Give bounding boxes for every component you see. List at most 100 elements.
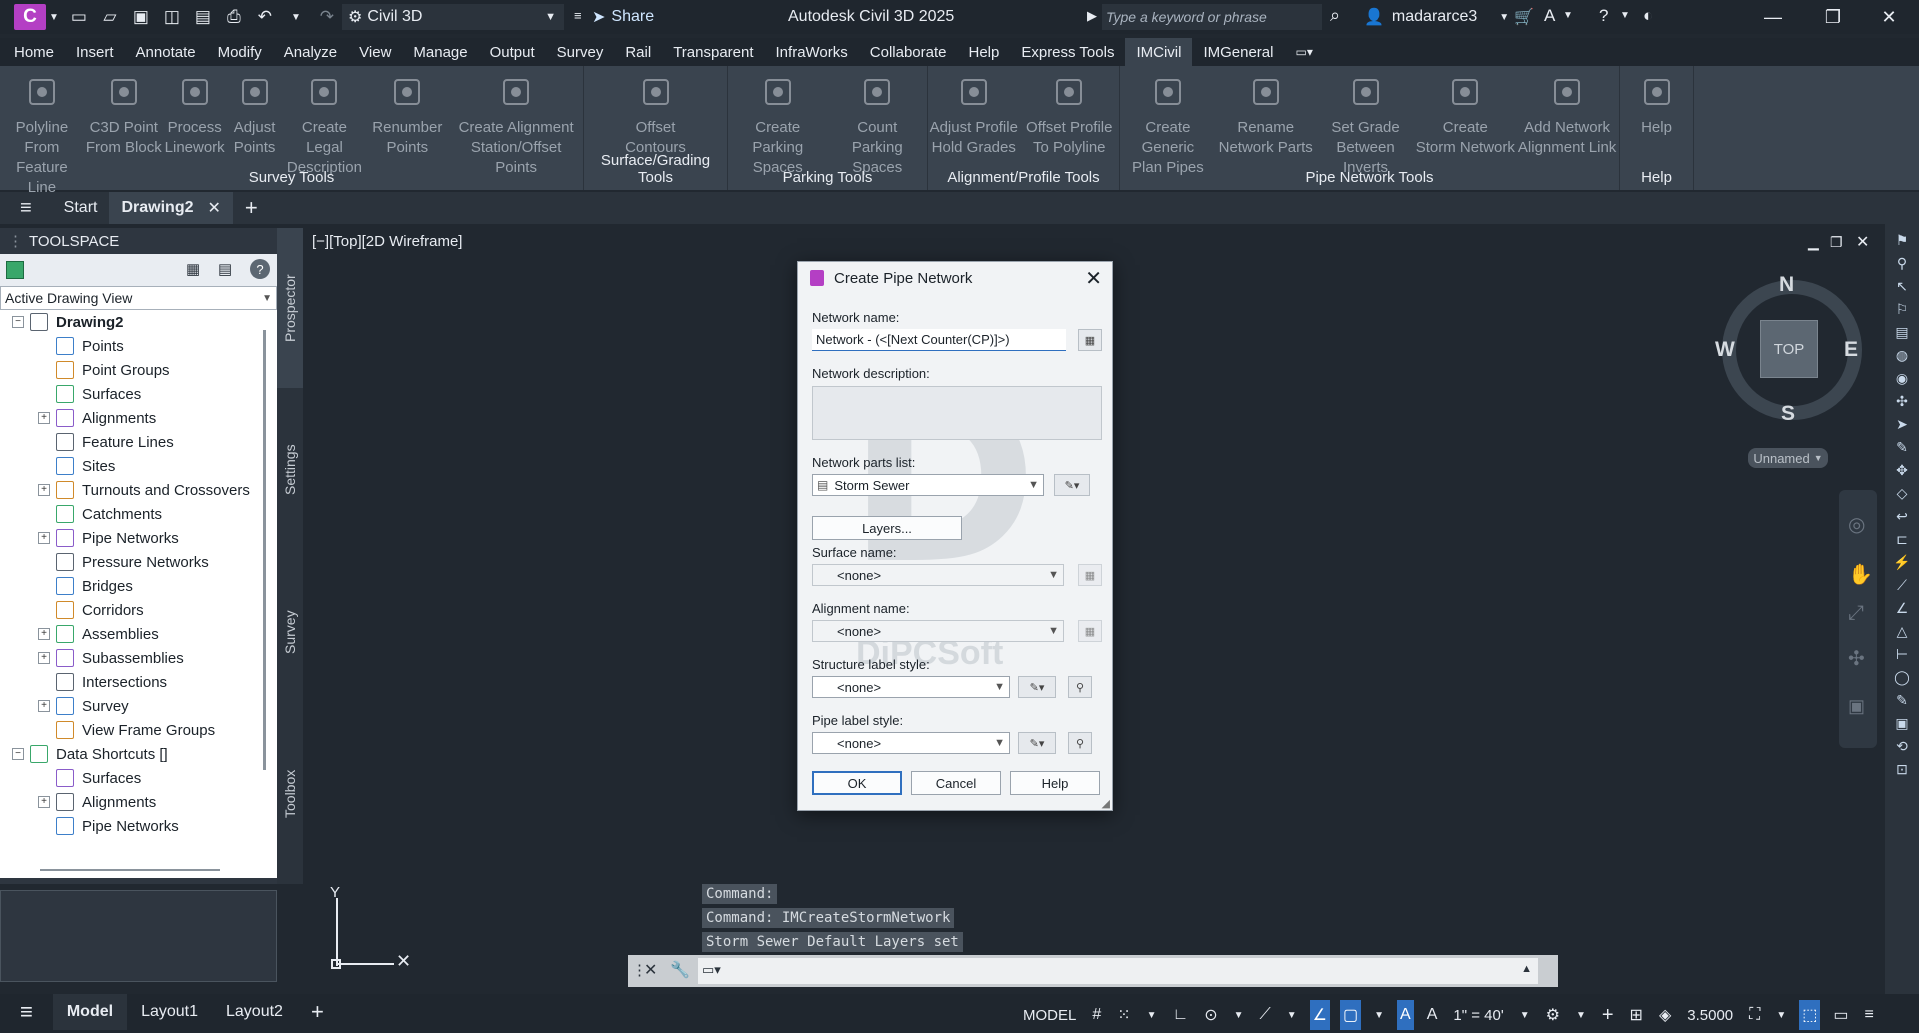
- snap-icon[interactable]: ⁙: [1114, 1000, 1133, 1030]
- ribbon-tool-count-parking-spaces[interactable]: Count Parking Spaces: [828, 66, 928, 176]
- move-icon[interactable]: ✥: [1894, 462, 1910, 478]
- tree-item[interactable]: + Alignments: [0, 790, 256, 814]
- frame-icon[interactable]: ⊡: [1894, 761, 1910, 777]
- ribbon-tool-process-linework[interactable]: Process Linework: [164, 66, 226, 162]
- ribbon-tool-create-alignment-station-offset-points[interactable]: Create Alignment Station/Offset Points: [449, 66, 583, 176]
- block-icon[interactable]: ▣: [1894, 715, 1910, 731]
- compass-east[interactable]: E: [1844, 338, 1858, 362]
- globe-icon[interactable]: ◍: [1894, 347, 1910, 363]
- command-input[interactable]: ▭▾ ▲: [698, 958, 1538, 984]
- close-icon[interactable]: ✕: [1085, 266, 1102, 291]
- pen-icon[interactable]: ✎: [1894, 439, 1910, 455]
- grip-icon[interactable]: ⋮: [8, 232, 23, 250]
- ribbon-tool-offset-contours[interactable]: Offset Contours: [584, 66, 727, 162]
- share-button[interactable]: ➤ Share: [592, 7, 654, 27]
- chevron-right-icon[interactable]: ▶: [1087, 8, 1097, 24]
- edit-pipe-style-icon[interactable]: ✎▾: [1018, 732, 1056, 754]
- tab-survey[interactable]: Survey: [277, 552, 303, 712]
- tree-item[interactable]: Feature Lines: [0, 430, 256, 454]
- tree-scrollbar[interactable]: [256, 310, 277, 858]
- expand-icon[interactable]: +: [38, 412, 50, 424]
- network-name-input[interactable]: Network - (<[Next Counter(CP)]>): [812, 329, 1066, 351]
- ok-button[interactable]: OK: [812, 771, 902, 795]
- osnap-tracking-icon[interactable]: ∠: [1309, 1000, 1330, 1030]
- expand-icon[interactable]: +: [38, 796, 50, 808]
- workspace-selector[interactable]: ⚙ Civil 3D ▼: [342, 4, 564, 30]
- grid-icon[interactable]: #: [1089, 1000, 1104, 1030]
- workspace-switch-icon[interactable]: ⊞: [1627, 1000, 1646, 1030]
- ortho-icon[interactable]: ∟: [1170, 1000, 1192, 1030]
- arrow-icon[interactable]: ➤: [1894, 416, 1910, 432]
- tab-toolbox[interactable]: Toolbox: [277, 714, 303, 874]
- feedback-icon[interactable]: ◐: [1643, 6, 1653, 26]
- tree-item[interactable]: + Subassemblies: [0, 646, 256, 670]
- layers-icon[interactable]: ▤: [1894, 324, 1910, 340]
- app-menu-button[interactable]: C: [14, 4, 46, 30]
- angle-icon[interactable]: ∠: [1894, 600, 1910, 616]
- viewcube-top[interactable]: TOP: [1760, 320, 1818, 378]
- expand-icon[interactable]: +: [38, 628, 50, 640]
- close-icon[interactable]: ✕: [1862, 4, 1916, 30]
- viewport-controls[interactable]: [−][Top][2D Wireframe]: [312, 233, 462, 250]
- line-icon[interactable]: ⟋: [1894, 577, 1910, 593]
- earth-icon[interactable]: ◉: [1894, 370, 1910, 386]
- viewport-minimize-icon[interactable]: ▁: [1808, 234, 1819, 251]
- menu-item-modify[interactable]: Modify: [207, 38, 273, 66]
- save-icon[interactable]: ▣: [130, 6, 152, 28]
- menu-item-imcivil[interactable]: IMCivil: [1125, 38, 1193, 66]
- customize-toolbar-icon[interactable]: ≡: [574, 8, 582, 23]
- structure-label-style-select[interactable]: <none> ▼: [812, 676, 1010, 698]
- chevron-down-icon[interactable]: ▼: [1563, 10, 1573, 21]
- menu-item-survey[interactable]: Survey: [546, 38, 615, 66]
- alignment-name-select[interactable]: <none> ▼: [812, 620, 1064, 642]
- node-icon[interactable]: ✣: [1894, 393, 1910, 409]
- search-input[interactable]: Type a keyword or phrase: [1102, 4, 1322, 30]
- flag-icon[interactable]: ⚑: [1894, 232, 1910, 248]
- name-template-icon[interactable]: ▦: [1078, 329, 1102, 351]
- hamburger-menu-icon[interactable]: ≡: [0, 994, 53, 1030]
- menu-item-analyze[interactable]: Analyze: [273, 38, 348, 66]
- ribbon-panel-title[interactable]: Parking Tools: [728, 169, 927, 186]
- compass-south[interactable]: S: [1781, 402, 1795, 426]
- shape-icon[interactable]: ◇: [1894, 485, 1910, 501]
- clean-screen-icon[interactable]: ▭: [1830, 1000, 1851, 1030]
- tree-item[interactable]: Sites: [0, 454, 256, 478]
- new-file-icon[interactable]: ▭: [68, 6, 90, 28]
- expand-icon[interactable]: +: [38, 652, 50, 664]
- object-snap-icon[interactable]: ▢: [1340, 1000, 1362, 1030]
- tree-item[interactable]: Catchments: [0, 502, 256, 526]
- tree-item[interactable]: Corridors: [0, 598, 256, 622]
- menu-item-annotate[interactable]: Annotate: [125, 38, 207, 66]
- tab-layout2[interactable]: Layout2: [212, 994, 297, 1030]
- menu-item-rail[interactable]: Rail: [614, 38, 662, 66]
- parts-list-select[interactable]: ▤ Storm Sewer ▼: [812, 474, 1044, 496]
- chevron-down-icon[interactable]: ▼: [1517, 1000, 1533, 1030]
- expand-icon[interactable]: +: [38, 700, 50, 712]
- curve-icon[interactable]: ↩: [1894, 508, 1910, 524]
- collapse-icon[interactable]: −: [12, 748, 24, 760]
- isodraft-icon[interactable]: ⟋: [1257, 1000, 1274, 1030]
- chevron-down-icon[interactable]: ▼: [1231, 1000, 1247, 1030]
- help-icon[interactable]: ?: [1599, 6, 1608, 26]
- tree-hscroll[interactable]: [0, 858, 277, 878]
- tree-item[interactable]: + Assemblies: [0, 622, 256, 646]
- ribbon-panel-title[interactable]: Surface/Grading Tools: [584, 152, 727, 186]
- chevron-down-icon[interactable]: ▼: [1573, 1000, 1589, 1030]
- marker-icon[interactable]: ⚐: [1894, 301, 1910, 317]
- pin-icon[interactable]: ⚲: [1894, 255, 1910, 271]
- menu-item-insert[interactable]: Insert: [65, 38, 125, 66]
- restore-icon[interactable]: ❐: [1806, 4, 1860, 30]
- ribbon-panel-title[interactable]: Pipe Network Tools: [1120, 169, 1619, 186]
- save-as-icon[interactable]: ◫: [161, 6, 183, 28]
- pipe-icon[interactable]: ⊏: [1894, 531, 1910, 547]
- tree-item[interactable]: + Alignments: [0, 406, 256, 430]
- ribbon-tool-set-grade-between-inverts[interactable]: Set Grade Between Inverts: [1316, 66, 1416, 176]
- ribbon-tool-help[interactable]: Help: [1620, 66, 1693, 162]
- tree-item[interactable]: Point Groups: [0, 358, 256, 382]
- search-icon[interactable]: ⌕: [1330, 5, 1340, 26]
- chevron-up-icon[interactable]: ▲: [1521, 963, 1532, 975]
- hardware-acceleration-icon[interactable]: ⬚: [1799, 1000, 1821, 1030]
- ribbon-tool-renumber-points[interactable]: Renumber Points: [365, 66, 449, 162]
- tab-start[interactable]: Start: [52, 192, 110, 224]
- pan-icon[interactable]: ✋: [1848, 562, 1873, 587]
